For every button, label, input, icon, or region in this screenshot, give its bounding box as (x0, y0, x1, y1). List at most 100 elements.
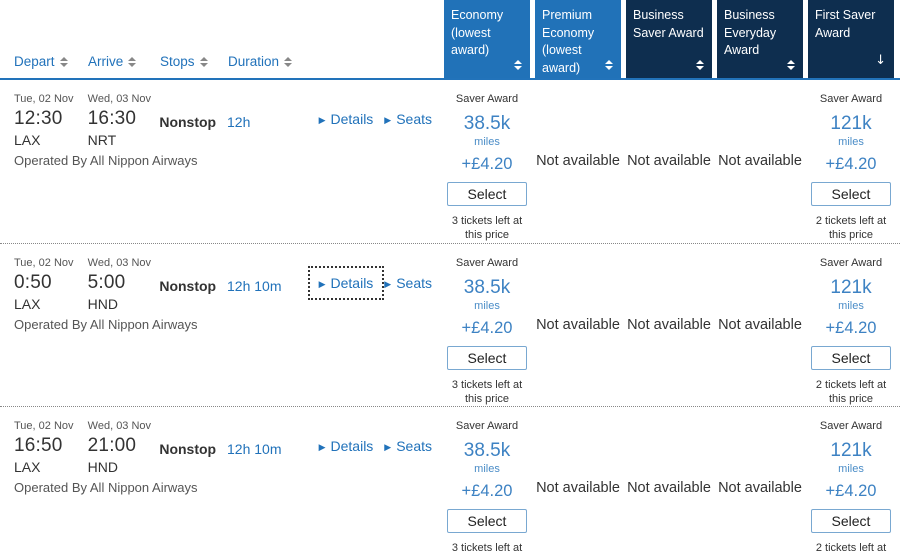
details-link[interactable]: ▶Details (319, 438, 374, 454)
tickets-left-note: 3 tickets left at this price (444, 214, 530, 243)
flight-rows: Tue, 02 Nov 12:30 LAX Wed, 03 Nov 16:30 … (0, 80, 900, 556)
duration-cell: 12h 10m (227, 420, 319, 475)
triangle-right-icon: ▶ (319, 116, 326, 126)
fare-cell-price: Saver Award121kmiles+£4.20Select2 ticket… (808, 407, 894, 556)
operated-by: Operated By All Nippon Airways (14, 153, 444, 168)
miles-amount: 38.5k (444, 440, 530, 462)
select-button[interactable]: Select (811, 182, 891, 206)
miles-amount: 121k (808, 440, 894, 462)
tickets-left-note: 2 tickets left at this price (808, 541, 894, 556)
taxes-fees-amount: +£4.20 (444, 482, 530, 501)
details-cell: ▶Details (319, 111, 385, 148)
select-button[interactable]: Select (811, 346, 891, 370)
select-button[interactable]: Select (447, 182, 527, 206)
miles-unit-label: miles (444, 463, 530, 475)
arrive-airport: HND (88, 296, 160, 312)
fare-cells: Saver Award38.5kmiles+£4.20Select3 ticke… (444, 80, 894, 243)
sort-icon (284, 57, 292, 67)
stops-cell: Nonstop (159, 93, 227, 148)
flight-info: Tue, 02 Nov 16:50 LAX Wed, 03 Nov 21:00 … (0, 407, 444, 556)
column-header-premium-economy-label: Premium Economy (lowest award) (542, 8, 594, 75)
column-header-duration[interactable]: Duration (228, 54, 320, 69)
sort-icon (514, 60, 522, 70)
stops-cell: Nonstop (159, 257, 227, 312)
fare-cells: Saver Award38.5kmiles+£4.20Select3 ticke… (444, 244, 894, 407)
duration-value: 12h 10m (227, 441, 319, 457)
arrive-time: 16:30 (88, 108, 160, 130)
fare-cell-not-available: Not available (535, 407, 621, 556)
award-type-label: Saver Award (808, 420, 894, 432)
tickets-left-note: 2 tickets left at this price (808, 378, 894, 407)
arrive-date: Wed, 03 Nov (88, 257, 160, 269)
miles-unit-label: miles (808, 136, 894, 148)
depart-airport: LAX (14, 296, 88, 312)
award-type-label: Saver Award (444, 93, 530, 105)
operated-by: Operated By All Nippon Airways (14, 317, 444, 332)
details-link[interactable]: ▶Details (319, 111, 374, 127)
flight-row: Tue, 02 Nov 0:50 LAX Wed, 03 Nov 5:00 HN… (0, 244, 900, 408)
column-header-economy[interactable]: Economy (lowest award) (444, 0, 530, 78)
depart-date: Tue, 02 Nov (14, 420, 88, 432)
column-header-duration-label: Duration (228, 54, 279, 69)
arrive-cell: Wed, 03 Nov 21:00 HND (88, 420, 160, 475)
fare-cell-price: Saver Award121kmiles+£4.20Select2 ticket… (808, 80, 894, 243)
column-header-depart[interactable]: Depart (14, 54, 88, 69)
seats-link[interactable]: ▶Seats (384, 275, 432, 291)
sort-icon (696, 60, 704, 70)
depart-airport: LAX (14, 459, 88, 475)
depart-time: 0:50 (14, 272, 88, 294)
column-header-business-everyday[interactable]: Business Everyday Award (717, 0, 803, 78)
seats-link[interactable]: ▶Seats (384, 438, 432, 454)
fare-cell-price: Saver Award38.5kmiles+£4.20Select3 ticke… (444, 244, 530, 407)
depart-date: Tue, 02 Nov (14, 257, 88, 269)
depart-cell: Tue, 02 Nov 0:50 LAX (14, 257, 88, 312)
column-header-depart-label: Depart (14, 54, 55, 69)
fare-cell-not-available: Not available (717, 80, 803, 243)
sort-icon (200, 57, 208, 67)
duration-cell: 12h 10m (227, 257, 319, 312)
taxes-fees-amount: +£4.20 (808, 155, 894, 174)
stops-value: Nonstop (159, 441, 227, 457)
fare-cell-price: Saver Award 38.5kmiles +£4.20 Select 3 ticke… (444, 407, 530, 556)
taxes-fees-amount: +£4.20 (808, 482, 894, 501)
select-button[interactable]: Select (811, 509, 891, 533)
duration-value: 12h (227, 114, 319, 130)
column-header-business-saver-label: Business Saver Award (633, 8, 704, 40)
tickets-left-note: 3 tickets left at this price (444, 378, 530, 407)
arrive-time: 5:00 (88, 272, 160, 294)
details-link[interactable]: ▶Details (310, 268, 383, 298)
arrive-airport: NRT (88, 132, 160, 148)
arrive-time: 21:00 (88, 435, 160, 457)
flight-column-headers: Depart Arrive Stops Duration (0, 0, 444, 78)
column-header-first-saver[interactable]: First Saver Award ↓ (808, 0, 894, 78)
seats-cell: ▶Seats (384, 111, 444, 148)
triangle-right-icon: ▶ (319, 280, 326, 290)
column-header-premium-economy[interactable]: Premium Economy (lowest award) (535, 0, 621, 78)
depart-airport: LAX (14, 132, 88, 148)
seats-link[interactable]: ▶Seats (384, 111, 432, 127)
sort-icon (60, 57, 68, 67)
column-header-business-saver[interactable]: Business Saver Award (626, 0, 712, 78)
tickets-left-note: 2 tickets left at this price (808, 214, 894, 243)
select-button[interactable]: Select (447, 346, 527, 370)
fare-cell-not-available: Not available (626, 80, 712, 243)
column-header-arrive[interactable]: Arrive (88, 54, 160, 69)
results-table-header: Depart Arrive Stops Duration Economy (lo… (0, 0, 900, 80)
tickets-left-note: 3 tickets left at this price (444, 541, 530, 556)
arrive-airport: HND (88, 459, 160, 475)
column-header-stops-label: Stops (160, 54, 195, 69)
fare-cell-not-available: Not available (626, 244, 712, 407)
flight-info: Tue, 02 Nov 12:30 LAX Wed, 03 Nov 16:30 … (0, 80, 444, 243)
arrive-date: Wed, 03 Nov (88, 420, 160, 432)
operated-by: Operated By All Nippon Airways (14, 480, 444, 495)
taxes-fees-amount: +£4.20 (444, 319, 530, 338)
select-button[interactable]: Select (447, 509, 527, 533)
fare-cell-not-available: Not available (717, 407, 803, 556)
miles-unit-label: miles (808, 300, 894, 312)
fare-cell-not-available: Not available (717, 244, 803, 407)
award-type-label: Saver Award (444, 420, 530, 432)
depart-cell: Tue, 02 Nov 16:50 LAX (14, 420, 88, 475)
column-header-stops[interactable]: Stops (160, 54, 228, 69)
miles-unit-label: miles (444, 136, 530, 148)
sort-icon (605, 60, 613, 70)
